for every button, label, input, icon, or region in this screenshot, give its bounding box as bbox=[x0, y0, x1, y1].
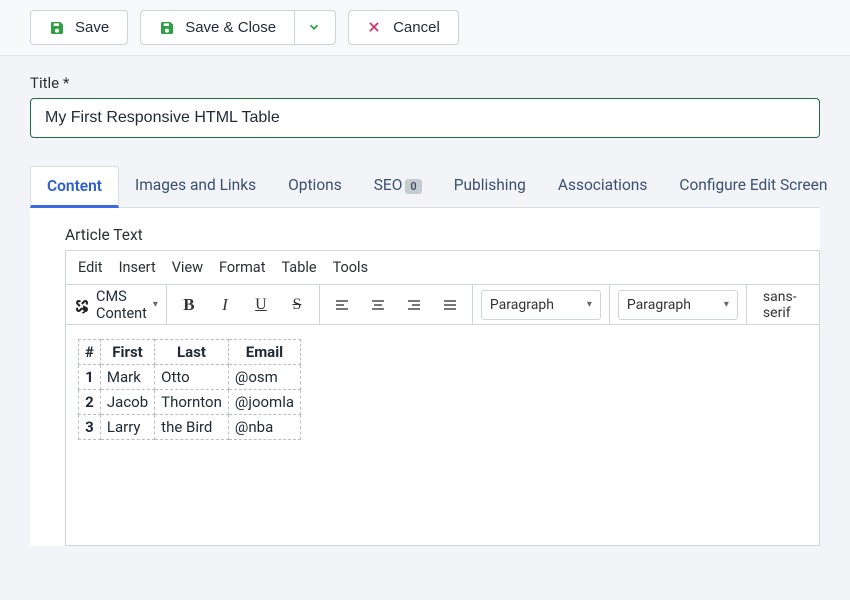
menu-insert[interactable]: Insert bbox=[119, 259, 156, 276]
underline-button[interactable]: U bbox=[247, 291, 275, 319]
table-cell[interactable]: Larry bbox=[100, 415, 154, 440]
chevron-down-icon bbox=[307, 20, 323, 36]
chevron-down-icon: ▾ bbox=[587, 299, 592, 310]
table-header[interactable]: Last bbox=[155, 340, 229, 365]
table-header[interactable]: First bbox=[100, 340, 154, 365]
save-close-group: Save & Close bbox=[140, 10, 336, 45]
cancel-label: Cancel bbox=[393, 19, 440, 36]
save-button[interactable]: Save bbox=[30, 10, 128, 45]
menu-edit[interactable]: Edit bbox=[78, 259, 103, 276]
table-cell[interactable]: 3 bbox=[79, 415, 101, 440]
table-row: 3 Larry the Bird @nba bbox=[79, 415, 301, 440]
seo-badge: 0 bbox=[405, 179, 421, 194]
table-cell[interactable]: @nba bbox=[228, 415, 300, 440]
table-cell[interactable]: the Bird bbox=[155, 415, 229, 440]
joomla-icon bbox=[74, 297, 90, 313]
tab-associations[interactable]: Associations bbox=[542, 166, 664, 207]
menu-format[interactable]: Format bbox=[219, 259, 265, 276]
style-format-select[interactable]: Paragraph ▾ bbox=[618, 290, 738, 320]
italic-button[interactable]: I bbox=[211, 291, 239, 319]
table-cell[interactable]: Jacob bbox=[100, 390, 154, 415]
table-cell[interactable]: Otto bbox=[155, 365, 229, 390]
align-right-button[interactable] bbox=[400, 291, 428, 319]
menu-tools[interactable]: Tools bbox=[333, 259, 369, 276]
title-field-wrap: Title * bbox=[0, 56, 850, 138]
table-cell[interactable]: 2 bbox=[79, 390, 101, 415]
bold-button[interactable]: B bbox=[175, 291, 203, 319]
close-icon bbox=[367, 20, 383, 36]
tab-images-links[interactable]: Images and Links bbox=[119, 166, 272, 207]
table-row: 1 Mark Otto @osm bbox=[79, 365, 301, 390]
table-cell[interactable]: @osm bbox=[228, 365, 300, 390]
editor-menubar: Edit Insert View Format Table Tools bbox=[66, 251, 819, 285]
save-close-dropdown[interactable] bbox=[295, 10, 336, 45]
editor-label: Article Text bbox=[65, 226, 820, 244]
tab-content[interactable]: Content bbox=[30, 166, 119, 208]
editor-content[interactable]: # First Last Email 1 Mark Otto @osm 2 Ja… bbox=[66, 325, 819, 545]
align-justify-button[interactable] bbox=[436, 291, 464, 319]
font-family-select[interactable]: sans-serif bbox=[755, 290, 815, 320]
table-header[interactable]: # bbox=[79, 340, 101, 365]
editor-toolbar: CMS Content ▾ B I U S bbox=[66, 285, 819, 325]
menu-view[interactable]: View bbox=[172, 259, 203, 276]
action-toolbar: Save Save & Close Cancel bbox=[0, 0, 850, 56]
tab-options[interactable]: Options bbox=[272, 166, 358, 207]
cancel-button[interactable]: Cancel bbox=[348, 10, 459, 45]
tab-bar: Content Images and Links Options SEO0 Pu… bbox=[30, 166, 820, 208]
table-header-row: # First Last Email bbox=[79, 340, 301, 365]
cms-content-dropdown[interactable]: CMS Content ▾ bbox=[74, 288, 158, 322]
table-cell[interactable]: 1 bbox=[79, 365, 101, 390]
editor-section: Article Text Edit Insert View Format Tab… bbox=[30, 208, 820, 546]
tab-configure-edit[interactable]: Configure Edit Screen bbox=[663, 166, 843, 207]
table-row: 2 Jacob Thornton @joomla bbox=[79, 390, 301, 415]
table-cell[interactable]: @joomla bbox=[228, 390, 300, 415]
save-icon bbox=[49, 20, 65, 36]
title-label: Title * bbox=[30, 74, 820, 92]
content-table[interactable]: # First Last Email 1 Mark Otto @osm 2 Ja… bbox=[78, 339, 301, 440]
table-header[interactable]: Email bbox=[228, 340, 300, 365]
menu-table[interactable]: Table bbox=[281, 259, 316, 276]
strikethrough-button[interactable]: S bbox=[283, 291, 311, 319]
save-label: Save bbox=[75, 19, 109, 36]
align-center-button[interactable] bbox=[364, 291, 392, 319]
save-close-label: Save & Close bbox=[185, 19, 276, 36]
save-close-button[interactable]: Save & Close bbox=[140, 10, 295, 45]
rich-text-editor: Edit Insert View Format Table Tools CMS … bbox=[65, 250, 820, 546]
save-icon bbox=[159, 20, 175, 36]
align-left-button[interactable] bbox=[328, 291, 356, 319]
tab-publishing[interactable]: Publishing bbox=[438, 166, 542, 207]
chevron-down-icon: ▾ bbox=[153, 299, 158, 310]
tab-seo[interactable]: SEO0 bbox=[358, 166, 438, 207]
table-cell[interactable]: Mark bbox=[100, 365, 154, 390]
title-input[interactable] bbox=[30, 98, 820, 138]
table-cell[interactable]: Thornton bbox=[155, 390, 229, 415]
block-format-select[interactable]: Paragraph ▾ bbox=[481, 290, 601, 320]
chevron-down-icon: ▾ bbox=[724, 299, 729, 310]
